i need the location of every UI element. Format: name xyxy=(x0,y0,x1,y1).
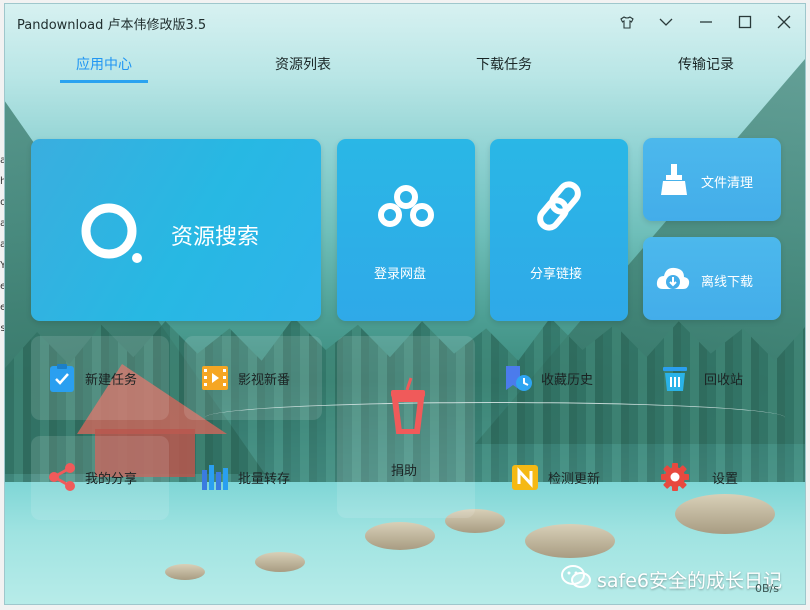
pandownload-window: Pandownload 卢本伟修改版3.5 应用中心 资源列表 下载任务 传输记… xyxy=(4,3,806,605)
tab-transfer-records[interactable]: 传输记录 xyxy=(663,54,749,74)
tab-app-center[interactable]: 应用中心 xyxy=(61,54,147,74)
share-link-label: 分享链接 xyxy=(530,267,583,282)
wechat-icon xyxy=(561,564,591,594)
file-cleanup-label: 文件清理 xyxy=(701,176,754,191)
rock xyxy=(525,524,615,558)
baidu-cloud-icon xyxy=(376,183,436,235)
tab-download-tasks[interactable]: 下载任务 xyxy=(461,54,547,74)
resource-search-tile[interactable]: 资源搜索 xyxy=(31,139,321,321)
rock xyxy=(365,522,435,550)
offline-download-tile[interactable]: 离线下载 xyxy=(643,237,781,320)
settings-item[interactable]: 设置 xyxy=(660,462,738,492)
login-cloud-tile[interactable]: 登录网盘 xyxy=(337,139,475,321)
settings-label: 设置 xyxy=(712,471,739,487)
my-share-item[interactable]: 我的分享 xyxy=(47,462,137,492)
window-title: Pandownload 卢本伟修改版3.5 xyxy=(17,18,207,33)
check-update-label: 检测更新 xyxy=(548,471,601,487)
minimize-icon[interactable] xyxy=(693,10,719,34)
search-icon xyxy=(79,201,147,273)
recycle-bin-icon xyxy=(660,363,690,393)
new-task-label: 新建任务 xyxy=(85,372,138,388)
new-shows-item[interactable]: 影视新番 xyxy=(200,363,290,393)
chevron-down-icon[interactable] xyxy=(653,10,679,34)
offline-download-label: 离线下载 xyxy=(701,275,754,290)
new-task-item[interactable]: 新建任务 xyxy=(47,363,137,393)
share-link-tile[interactable]: 分享链接 xyxy=(490,139,628,321)
active-tab-indicator xyxy=(60,80,148,83)
close-icon[interactable] xyxy=(771,10,797,34)
tab-resource-list[interactable]: 资源列表 xyxy=(260,54,346,74)
cup-icon xyxy=(387,376,429,438)
download-speed: 0B/s xyxy=(755,582,779,595)
bookmark-history-icon xyxy=(503,363,533,393)
recycle-label: 回收站 xyxy=(704,372,744,388)
batch-transfer-item[interactable]: 批量转存 xyxy=(200,462,290,492)
rock xyxy=(675,494,775,534)
rock xyxy=(165,564,205,580)
title-bar: Pandownload 卢本伟修改版3.5 xyxy=(5,4,805,40)
new-shows-label: 影视新番 xyxy=(238,372,291,388)
clipboard-check-icon xyxy=(47,363,77,393)
broom-icon xyxy=(659,164,689,200)
film-icon xyxy=(200,363,230,393)
batch-transfer-icon xyxy=(200,462,230,492)
maximize-icon[interactable] xyxy=(732,10,758,34)
batch-transfer-label: 批量转存 xyxy=(238,471,291,487)
resource-search-label: 资源搜索 xyxy=(171,225,260,250)
share-icon xyxy=(47,462,77,492)
check-update-item[interactable]: 检测更新 xyxy=(510,462,600,492)
my-share-label: 我的分享 xyxy=(85,471,138,487)
gear-icon xyxy=(660,462,690,492)
login-cloud-label: 登录网盘 xyxy=(374,267,427,282)
file-cleanup-tile[interactable]: 文件清理 xyxy=(643,138,781,221)
cloud-download-icon xyxy=(655,263,691,297)
skin-icon[interactable] xyxy=(614,10,640,34)
history-item[interactable]: 收藏历史 xyxy=(503,363,593,393)
history-label: 收藏历史 xyxy=(541,372,594,388)
watermark: safe6安全的成长日记 xyxy=(561,564,782,594)
link-icon xyxy=(534,179,584,237)
update-icon xyxy=(510,462,540,492)
donate-label: 捐助 xyxy=(391,464,418,479)
rock xyxy=(255,552,305,572)
recycle-item[interactable]: 回收站 xyxy=(660,363,743,393)
